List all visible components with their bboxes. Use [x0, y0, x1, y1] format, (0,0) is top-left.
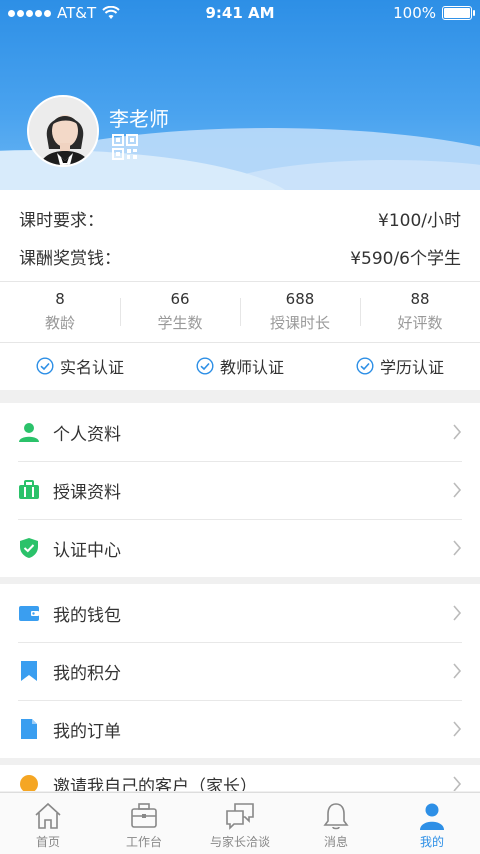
tab-messages[interactable]: 消息: [288, 793, 384, 854]
cert-label: 实名认证: [59, 358, 124, 377]
chevron-right-icon: [453, 540, 462, 556]
cert-education: 学历认证: [320, 342, 480, 390]
wallet-icon: [19, 606, 39, 621]
stat-teaching-hours: 688 授课时长: [240, 282, 360, 342]
menu-label: 我的积分: [53, 663, 121, 684]
tab-label: 我的: [419, 835, 444, 849]
menu-group-invite: 邀请我自己的客户（家长）: [0, 765, 480, 791]
stat-good-reviews: 88 好评数: [360, 282, 480, 342]
stat-value: 66: [170, 290, 190, 308]
menu-label: 我的钱包: [53, 605, 121, 626]
stats-row: 8 教龄 66 学生数 688 授课时长 88 好评数: [0, 282, 480, 342]
menu-label: 我的订单: [53, 721, 121, 742]
menu-item-teaching-info[interactable]: 授课资料: [0, 461, 480, 519]
tab-bar: 首页 工作台 与家长洽谈 消息 我的: [0, 792, 480, 854]
menu-group-account: 我的钱包 我的积分 我的订单: [0, 584, 480, 758]
document-icon: [21, 719, 37, 739]
check-circle-icon: [356, 357, 374, 375]
teacher-name: 李老师: [109, 107, 169, 131]
qr-code-icon[interactable]: [112, 134, 138, 160]
menu-item-invite[interactable]: 邀请我自己的客户（家长）: [0, 765, 480, 791]
stat-value: 688: [285, 290, 315, 308]
tab-parent-chat[interactable]: 与家长洽谈: [192, 793, 288, 854]
person-icon: [19, 423, 39, 442]
stat-teaching-years: 8 教龄: [0, 282, 120, 342]
menu-label: 邀请我自己的客户（家长）: [53, 776, 257, 792]
cert-teacher: 教师认证: [160, 342, 320, 390]
stat-label: 学生数: [157, 314, 203, 332]
stat-label: 好评数: [397, 314, 443, 332]
chevron-right-icon: [453, 482, 462, 498]
user-icon: [420, 803, 444, 830]
battery-icon: [442, 6, 475, 20]
cert-label: 教师认证: [219, 358, 284, 377]
tab-label: 首页: [35, 835, 60, 849]
tab-label: 工作台: [125, 835, 162, 849]
bookmark-icon: [21, 661, 37, 681]
menu-label: 个人资料: [53, 424, 121, 445]
status-bar: AT&T 9:41 AM 100%: [0, 0, 480, 26]
menu-item-personal-info[interactable]: 个人资料: [0, 403, 480, 461]
avatar[interactable]: [27, 95, 99, 167]
shield-check-icon: [20, 538, 38, 558]
menu-item-orders[interactable]: 我的订单: [0, 700, 480, 758]
reward-value: ¥590/6个学生: [350, 249, 461, 269]
chevron-right-icon: [453, 663, 462, 679]
stat-value: 88: [410, 290, 430, 308]
bell-icon: [323, 803, 349, 830]
menu-label: 授课资料: [53, 482, 121, 503]
menu-group-profile: 个人资料 授课资料 认证中心: [0, 403, 480, 577]
tab-label: 消息: [323, 835, 348, 849]
chevron-right-icon: [453, 605, 462, 621]
teacher-info-card: 课时要求： ¥100/小时 课酬奖赏钱： ¥590/6个学生 8 教龄 66 学…: [0, 190, 480, 390]
menu-item-wallet[interactable]: 我的钱包: [0, 584, 480, 642]
home-icon: [35, 802, 61, 829]
chevron-right-icon: [453, 776, 462, 791]
stat-label: 教龄: [44, 314, 75, 332]
check-circle-icon: [196, 357, 214, 375]
menu-label: 认证中心: [53, 540, 121, 561]
tab-workbench[interactable]: 工作台: [96, 793, 192, 854]
tab-home[interactable]: 首页: [0, 793, 96, 854]
menu-item-certification-center[interactable]: 认证中心: [0, 519, 480, 577]
certification-row: 实名认证 教师认证 学历认证: [0, 342, 480, 390]
stat-value: 8: [55, 290, 65, 308]
reward-label: 课酬奖赏钱：: [19, 249, 121, 269]
stat-label: 授课时长: [269, 314, 330, 332]
briefcase-icon: [19, 480, 39, 499]
stat-students: 66 学生数: [120, 282, 240, 342]
cert-realname: 实名认证: [0, 342, 160, 390]
tab-mine[interactable]: 我的: [384, 793, 480, 854]
cert-label: 学历认证: [379, 358, 444, 377]
hour-requirement-label: 课时要求：: [19, 211, 104, 231]
reward-row: 课酬奖赏钱： ¥590/6个学生: [19, 244, 461, 269]
invite-icon: [20, 775, 38, 791]
hour-requirement-value: ¥100/小时: [378, 211, 461, 231]
chevron-right-icon: [453, 424, 462, 440]
profile-header: AT&T 9:41 AM 100% 李老师: [0, 0, 480, 190]
chevron-right-icon: [453, 721, 462, 737]
tab-label: 与家长洽谈: [209, 835, 270, 849]
hour-requirement-row: 课时要求： ¥100/小时: [19, 206, 461, 231]
chat-icon: [226, 803, 254, 830]
battery-label: 100%: [393, 4, 436, 22]
check-circle-icon: [36, 357, 54, 375]
briefcase-icon: [131, 803, 157, 828]
menu-item-points[interactable]: 我的积分: [0, 642, 480, 700]
